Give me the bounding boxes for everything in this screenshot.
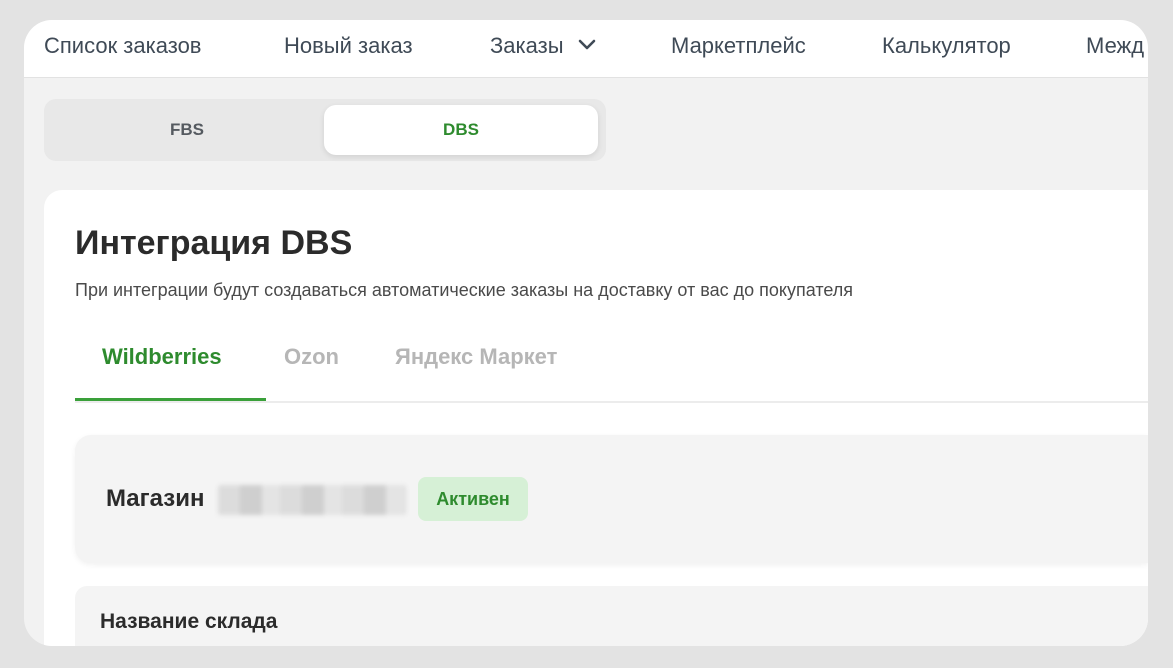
shop-name-redacted	[218, 485, 406, 515]
warehouse-name-label: Название склада	[100, 610, 278, 633]
status-badge: Активен	[418, 477, 528, 521]
shop-card[interactable]: Магазин Активен	[75, 435, 1148, 563]
fbs-dbs-switch: FBS DBS	[44, 99, 606, 161]
top-navigation: Список заказов Новый заказ Заказы Маркет…	[24, 20, 1148, 78]
nav-item-calculator[interactable]: Калькулятор	[882, 33, 1011, 59]
warehouse-section: Название склада	[75, 586, 1148, 646]
nav-item-marketplace[interactable]: Маркетплейс	[671, 33, 806, 59]
nav-item-new-order[interactable]: Новый заказ	[284, 33, 413, 59]
nav-item-international[interactable]: Межд	[1086, 33, 1144, 59]
app-frame: Список заказов Новый заказ Заказы Маркет…	[24, 20, 1148, 646]
nav-item-orders[interactable]: Заказы	[490, 33, 596, 59]
fbs-toggle[interactable]: FBS	[50, 105, 324, 155]
nav-item-orders-list[interactable]: Список заказов	[44, 33, 202, 59]
marketplace-tabs: Wildberries Ozon Яндекс Маркет	[75, 340, 1148, 403]
page-title: Интеграция DBS	[75, 224, 353, 262]
nav-item-orders-label: Заказы	[490, 33, 564, 58]
tab-yandex-market[interactable]: Яндекс Маркет	[395, 340, 557, 401]
chevron-down-icon	[578, 39, 595, 50]
integration-card: Интеграция DBS При интеграции будут созд…	[44, 190, 1148, 646]
dbs-toggle[interactable]: DBS	[324, 105, 598, 155]
tab-wildberries[interactable]: Wildberries	[75, 340, 266, 401]
tab-ozon[interactable]: Ozon	[284, 340, 339, 401]
page-subtitle: При интеграции будут создаваться автомат…	[75, 280, 854, 300]
shop-label: Магазин	[106, 485, 205, 512]
